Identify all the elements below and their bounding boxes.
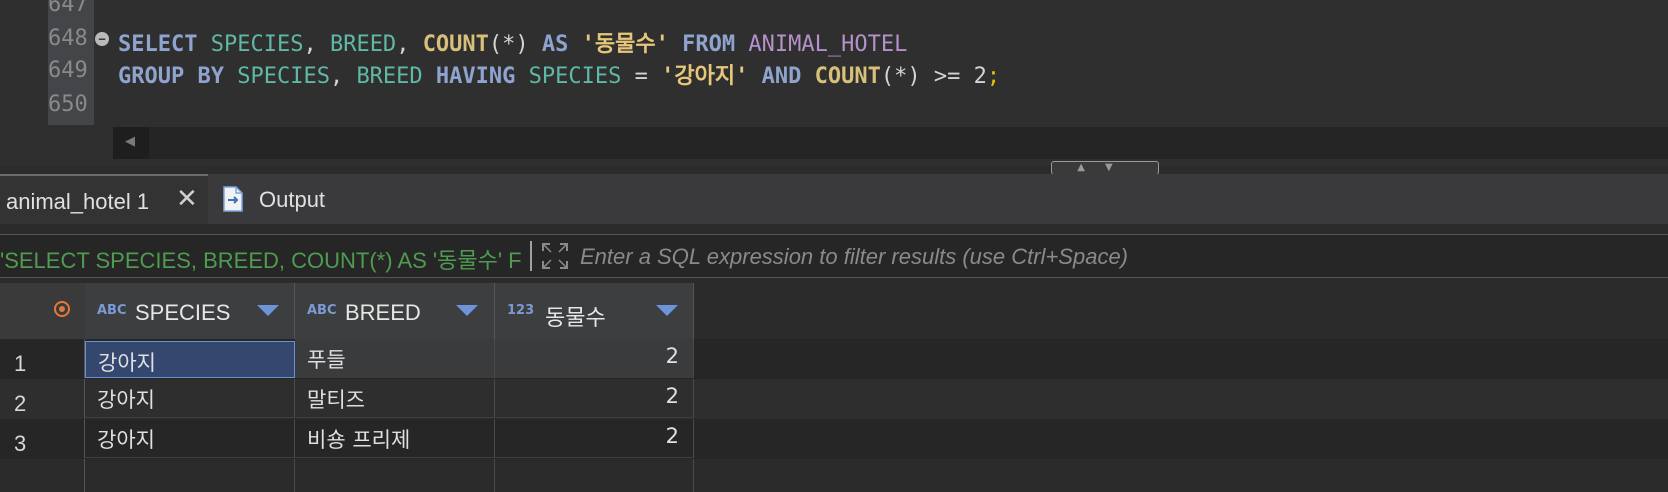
row-number[interactable]: 2 bbox=[0, 379, 85, 418]
number-literal: 2 bbox=[973, 64, 987, 89]
column-divider bbox=[494, 459, 495, 492]
punctuation: , bbox=[303, 32, 330, 57]
number-type-icon: 123 bbox=[507, 303, 535, 318]
column-label: BREED bbox=[345, 300, 421, 325]
identifier: SPECIES bbox=[237, 64, 330, 89]
row-number[interactable]: 1 bbox=[0, 339, 85, 378]
column-header-species[interactable]: ABC SPECIES bbox=[85, 283, 295, 339]
tab-animal-hotel-1[interactable]: animal_hotel 1 ✕ bbox=[0, 174, 208, 224]
column-label: SPECIES bbox=[135, 300, 231, 325]
panel-splitter-handle[interactable]: ▲▼ bbox=[1051, 161, 1159, 175]
grid-empty-area bbox=[0, 459, 1668, 492]
table-row: 2 강아지 말티즈 2 bbox=[0, 379, 1668, 419]
scroll-left-icon[interactable]: ◀ bbox=[125, 134, 135, 149]
cell-species[interactable]: 강아지 bbox=[85, 341, 295, 378]
sort-dropdown-icon[interactable] bbox=[656, 305, 678, 316]
punctuation: , bbox=[396, 32, 423, 57]
identifier: BREED bbox=[356, 64, 423, 89]
operator: >= bbox=[920, 64, 974, 89]
column-label: 동물수 bbox=[545, 305, 606, 330]
column-divider bbox=[294, 459, 295, 492]
keyword: AS bbox=[541, 32, 569, 57]
row-number[interactable]: 3 bbox=[0, 419, 85, 458]
line-number: 650 bbox=[48, 92, 88, 117]
cell-species[interactable]: 강아지 bbox=[85, 419, 295, 458]
close-icon[interactable]: ✕ bbox=[176, 184, 198, 214]
function: COUNT bbox=[422, 32, 489, 57]
table-row: 1 강아지 푸들 2 bbox=[0, 339, 1668, 379]
output-document-icon[interactable] bbox=[222, 186, 244, 212]
cell-species[interactable]: 강아지 bbox=[85, 379, 295, 418]
cell-breed[interactable]: 푸들 bbox=[295, 339, 495, 378]
active-query-text: 'SELECT SPECIES, BREED, COUNT(*) AS '동물수… bbox=[0, 248, 522, 273]
punctuation: , bbox=[329, 64, 357, 89]
filter-expression-input[interactable] bbox=[578, 239, 1662, 275]
text-type-icon: ABC bbox=[307, 303, 337, 318]
column-divider bbox=[693, 459, 694, 492]
operator: = bbox=[621, 64, 662, 89]
cell-count[interactable]: 2 bbox=[495, 339, 694, 378]
line-number: 648 bbox=[48, 26, 88, 51]
punctuation: (*) bbox=[880, 64, 921, 89]
text-cursor-divider bbox=[530, 241, 532, 271]
horizontal-scrollbar[interactable]: ◀ bbox=[113, 127, 1668, 159]
cell-breed[interactable]: 비숑 프리제 bbox=[295, 419, 495, 458]
keyword: GROUP BY bbox=[118, 64, 224, 89]
table-name: ANIMAL_HOTEL bbox=[748, 32, 908, 57]
text-type-icon: ABC bbox=[97, 303, 127, 318]
line-number: 647 bbox=[48, 0, 88, 17]
keyword: HAVING bbox=[435, 64, 516, 89]
identifier: SPECIES bbox=[210, 32, 304, 57]
table-row: 3 강아지 비숑 프리제 2 bbox=[0, 419, 1668, 459]
fold-collapse-icon[interactable]: − bbox=[95, 32, 109, 46]
string-literal: '강아지' bbox=[661, 64, 749, 89]
code-line-648: SELECT SPECIES, BREED, COUNT(*) AS '동물수'… bbox=[118, 26, 907, 58]
scrollbar-track[interactable] bbox=[149, 127, 1668, 159]
keyword: FROM bbox=[682, 32, 736, 57]
grid-corner[interactable] bbox=[0, 283, 86, 339]
expand-icon[interactable] bbox=[540, 241, 570, 271]
filter-bar: 'SELECT SPECIES, BREED, COUNT(*) AS '동물수… bbox=[0, 234, 1668, 278]
punctuation: (*) bbox=[488, 32, 529, 57]
record-mode-icon[interactable] bbox=[54, 301, 70, 317]
grid-header-row: ABC SPECIES ABC BREED 123 동물수 bbox=[0, 283, 694, 339]
code-line-649: GROUP BY SPECIES, BREED HAVING SPECIES =… bbox=[118, 58, 1000, 90]
tab-label: animal_hotel 1 bbox=[6, 189, 150, 214]
cell-count[interactable]: 2 bbox=[495, 379, 694, 418]
column-header-count[interactable]: 123 동물수 bbox=[495, 283, 694, 339]
line-number: 649 bbox=[48, 58, 88, 83]
identifier: BREED bbox=[329, 32, 397, 57]
semicolon: ; bbox=[986, 64, 1001, 89]
empty-rownum-cell bbox=[0, 459, 85, 492]
keyword: SELECT bbox=[118, 32, 198, 57]
function: COUNT bbox=[814, 64, 881, 89]
results-tab-bar: animal_hotel 1 ✕ Output bbox=[0, 174, 1668, 224]
tab-output[interactable]: Output bbox=[259, 187, 325, 213]
keyword: AND bbox=[761, 64, 802, 89]
sql-editor[interactable]: 647 648 649 650 − SELECT SPECIES, BREED,… bbox=[0, 0, 1668, 166]
cell-count[interactable]: 2 bbox=[495, 419, 694, 458]
cell-breed[interactable]: 말티즈 bbox=[295, 379, 495, 418]
sort-dropdown-icon[interactable] bbox=[456, 305, 478, 316]
sort-dropdown-icon[interactable] bbox=[257, 305, 279, 316]
string-literal: '동물수' bbox=[581, 32, 669, 57]
column-header-breed[interactable]: ABC BREED bbox=[295, 283, 495, 339]
results-grid: ABC SPECIES ABC BREED 123 동물수 1 강아지 푸들 2… bbox=[0, 283, 1668, 492]
identifier: SPECIES bbox=[528, 64, 622, 89]
